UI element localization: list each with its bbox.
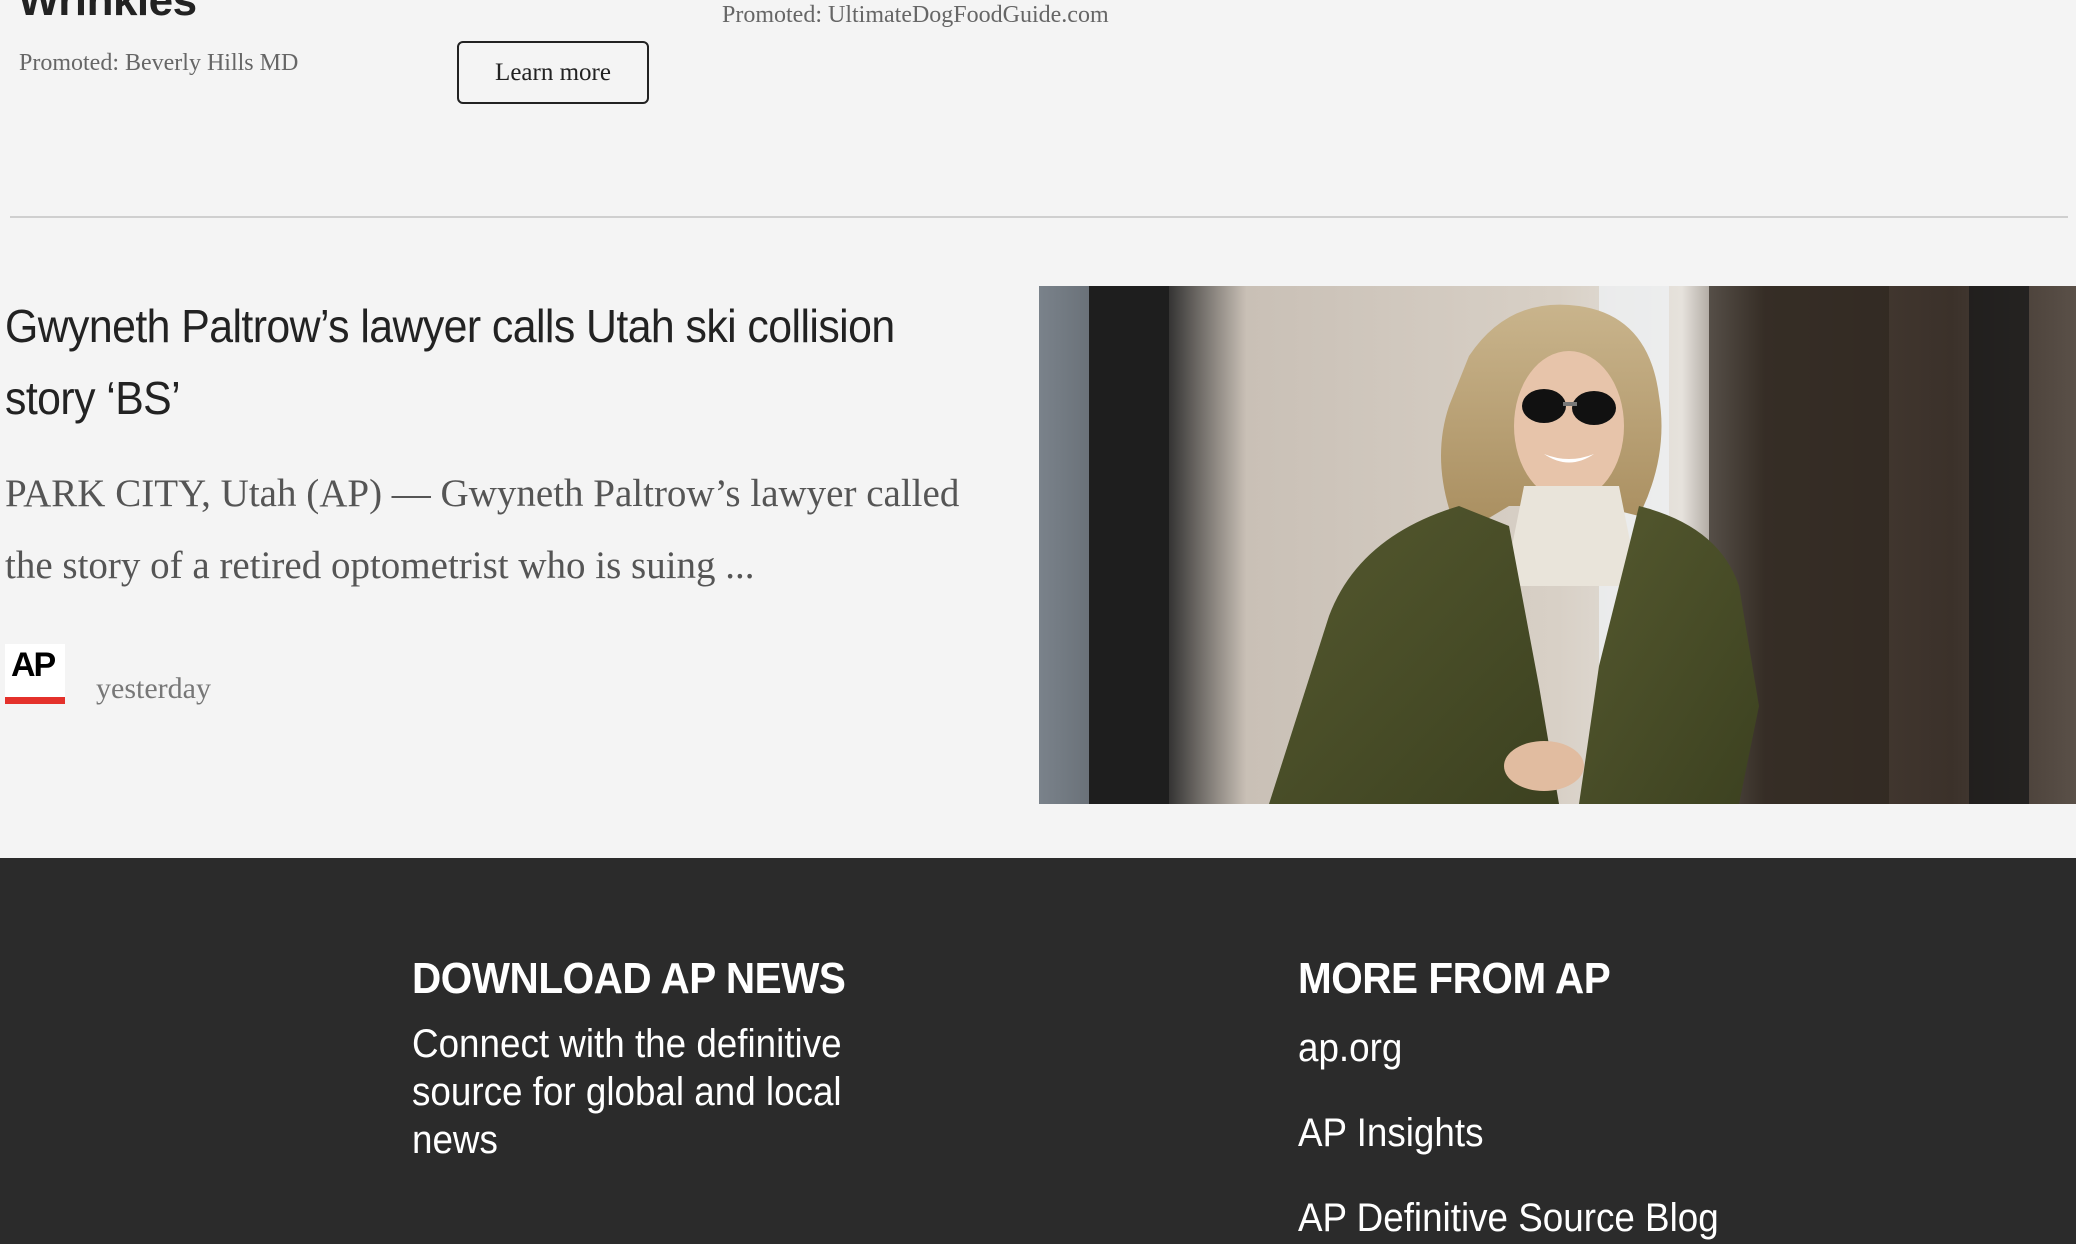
learn-more-button[interactable]: Learn more	[457, 41, 649, 104]
site-footer: DOWNLOAD AP NEWS Connect with the defini…	[0, 858, 2076, 1244]
download-description: Connect with the definitive source for g…	[412, 1022, 842, 1162]
promo-source-right: Promoted: UltimateDogFoodGuide.com	[722, 2, 1109, 28]
promo-title[interactable]: Wrinkles	[18, 0, 197, 26]
section-divider	[10, 216, 2068, 218]
article-image[interactable]	[1039, 286, 2076, 804]
footer-link-ap-insights[interactable]: AP Insights	[1298, 1111, 1483, 1156]
download-heading: DOWNLOAD AP NEWS	[412, 954, 846, 1003]
article-summary[interactable]: PARK CITY, Utah (AP) — Gwyneth Paltrow’s…	[5, 458, 1005, 602]
ap-logo-bar	[5, 697, 65, 704]
footer-link-ap-org[interactable]: ap.org	[1298, 1026, 1402, 1071]
ap-logo-icon: AP	[5, 644, 65, 704]
promo-source-left: Promoted: Beverly Hills MD	[19, 50, 299, 76]
more-from-ap-heading: MORE FROM AP	[1298, 954, 1611, 1003]
footer-link-definitive-source-blog[interactable]: AP Definitive Source Blog	[1298, 1196, 1719, 1241]
article-timestamp: yesterday	[96, 672, 211, 705]
article-title[interactable]: Gwyneth Paltrow’s lawyer calls Utah ski …	[5, 290, 995, 434]
page: Wrinkles Promoted: Beverly Hills MD Lear…	[0, 0, 2076, 1244]
ap-logo-text: AP	[11, 646, 56, 684]
